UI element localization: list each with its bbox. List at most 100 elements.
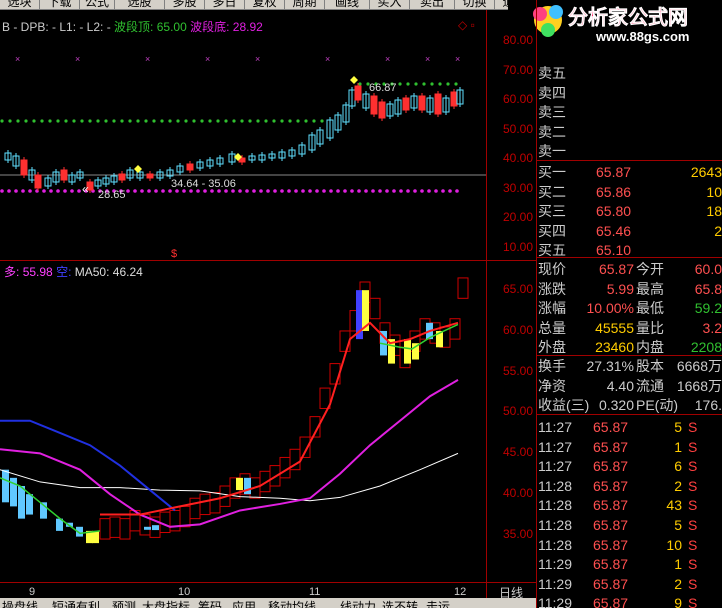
main-price-chart[interactable]: × × × × × × × × × « [0,10,486,260]
bottom-tab[interactable]: 大盘指标 [142,600,190,608]
wave-top-dot [312,119,316,123]
stat-label: 换手 [538,358,566,374]
tick-side: S [688,477,698,494]
x-label-9: 9 [29,586,36,598]
toolbar-button[interactable]: 选块 [0,0,40,9]
bottom-tab[interactable]: 短通有利 [52,600,100,608]
buy-level-row: 买一 65.87 2643 [536,163,722,182]
tick-row: 11:27 65.87 5 S [536,418,722,437]
wave-bottom-dot [259,189,263,193]
grid-separator [536,160,722,161]
bottom-tab[interactable]: 操盘线 [2,600,38,608]
wave-bottom-dot [245,189,249,193]
tick-row: 11:28 65.87 10 S [536,536,722,555]
low-arrow-icon: « [82,182,89,196]
tick-row: 11:27 65.87 1 S [536,438,722,457]
buy-level-volume: 10 [706,183,722,200]
buy-level-volume: 18 [706,203,722,220]
wave-bottom-dot [427,189,431,193]
wave-bottom-dot [154,189,158,193]
bottom-tab[interactable]: 预测 [112,600,136,608]
wave-top-dot [414,82,418,86]
toolbar-button[interactable]: 复权 [245,0,285,9]
stat-label: 现价 [538,261,566,277]
stat-label: PE(动) [636,397,678,414]
candle-body [434,93,442,115]
wave-top-dot [320,119,324,123]
wave-bottom-dot [455,189,459,193]
toolbar-button[interactable]: 多日 [205,0,245,9]
wave-bottom-dot [406,189,410,193]
tick-side: S [688,419,698,435]
tick-price: 65.87 [593,595,629,608]
sell-level-label: 卖五 [538,65,566,81]
wave-bottom-dot [322,189,326,193]
stat-value: 45555 [595,319,634,336]
grid-separator [0,260,536,261]
wave-top-dot [8,119,12,123]
wave-bottom-dot [140,189,144,193]
tick-price: 65.87 [593,438,629,455]
toolbar-button[interactable]: 画线 [325,0,370,9]
legend-duo-label: 多: [4,265,20,279]
tick-side: S [688,595,698,608]
main-chart-canvas[interactable]: × × × × × × × × × « [0,10,486,260]
tick-volume: 10 [666,536,682,553]
bottom-tab[interactable]: 走运 [426,600,450,608]
wave-top-dot [16,119,20,123]
toolbar-button[interactable]: 公式 [80,0,115,9]
candle-body [118,173,126,181]
toolbar-button[interactable]: 切换 [455,0,495,9]
toolbar-button[interactable]: 下载 [40,0,80,9]
wave-bottom-dot [147,189,151,193]
legend-prefix: B - DPB: - L1: - L2: - [2,20,111,34]
buy-level-row: 买二 65.86 10 [536,183,722,202]
green-line [379,323,459,350]
bottom-tab[interactable]: 选不转 [382,600,418,608]
bottom-tab[interactable]: 筹码 [198,600,222,608]
bottom-tab[interactable]: 线动力 [340,600,376,608]
toolbar-button[interactable]: 多股 [165,0,205,9]
tick-time: 11:29 [538,575,572,592]
toolbar-button[interactable]: 选股 [115,0,165,9]
low-annotation: 28.65 [98,189,126,201]
sell-level-row: 卖四 [536,84,722,103]
tick-row: 11:27 65.87 6 S [536,457,722,476]
sell-level-label: 卖三 [538,104,566,121]
sub-legend: 多: 55.98 空: MA50: 46.24 [4,263,143,280]
wave-bottom-dot [315,189,319,193]
wave-bottom-dot [329,189,333,193]
sub-chart-canvas[interactable] [0,261,486,581]
panel-close-icon[interactable]: ◇ ▫ [458,18,475,32]
dollar-marker: $ [171,248,178,260]
wave-top-dot [224,119,228,123]
toolbar-button[interactable]: 周期 [285,0,325,9]
tick-volume: 1 [674,556,682,573]
toolbar-button[interactable]: 买入 [370,0,410,9]
wave-top-dot [184,119,188,123]
wave-top-dot [160,119,164,123]
bottom-tab[interactable]: 移动均线 [268,600,316,608]
toolbar-button[interactable]: 卖出 [410,0,455,9]
kong-bar [2,469,9,503]
bottom-tab[interactable]: 应用 [232,600,256,608]
logo-title: 分析家公式网 [568,5,688,29]
toolbar-button[interactable]: 退出 [495,0,508,9]
cross-marker: × [455,54,460,64]
candle-body [378,101,386,119]
y-tick-label: 55.00 [503,363,534,378]
stat-value: 176. [694,397,722,414]
wave-top-dot [128,119,132,123]
kong-bar [152,525,159,531]
candle-body [450,91,458,107]
stat-label: 流通 [636,377,664,394]
wave-top-dot [240,119,244,123]
candle-body [34,174,42,189]
wave-bottom-dot [280,189,284,193]
sub-indicator-chart[interactable] [0,261,486,581]
buy-level-row: 买四 65.46 2 [536,222,722,241]
wave-top-dot [80,119,84,123]
sell-level-row: 卖二 [536,123,722,142]
sell-level-row: 卖三 [536,103,722,122]
tick-volume: 6 [674,458,682,475]
